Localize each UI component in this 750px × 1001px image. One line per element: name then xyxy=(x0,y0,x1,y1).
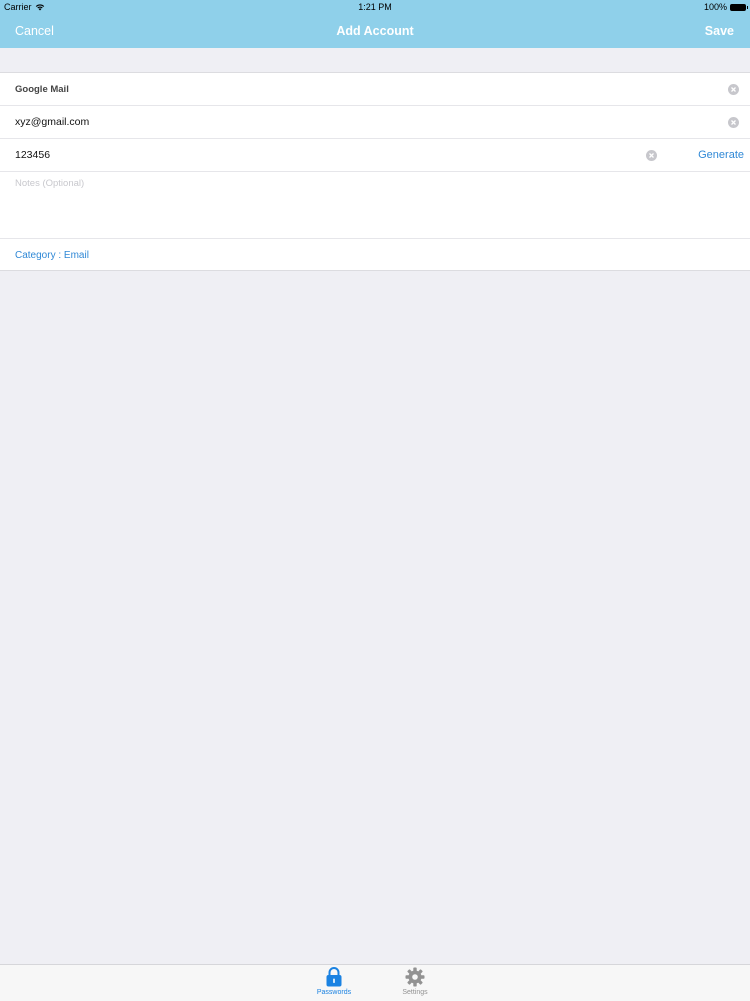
tab-settings[interactable]: Settings xyxy=(390,967,440,996)
password-row: Generate xyxy=(0,139,750,172)
notes-textarea[interactable] xyxy=(15,178,735,232)
title-row xyxy=(0,73,750,106)
tab-bar: Passwords Settings xyxy=(0,964,750,1001)
navigation-bar: Cancel Add Account Save xyxy=(0,14,750,48)
gear-icon xyxy=(405,967,425,987)
clear-email-icon[interactable] xyxy=(728,117,739,128)
email-input[interactable] xyxy=(15,106,705,138)
tab-passwords[interactable]: Passwords xyxy=(309,967,359,996)
page-title: Add Account xyxy=(336,24,414,38)
tab-passwords-label: Passwords xyxy=(316,989,352,996)
status-bar: Carrier 1:21 PM 100% xyxy=(0,0,750,14)
tab-settings-label: Settings xyxy=(402,989,428,996)
account-title-input[interactable] xyxy=(15,73,705,105)
password-input[interactable] xyxy=(15,139,625,171)
lock-icon xyxy=(326,967,342,987)
notes-row xyxy=(0,172,750,239)
battery-percent: 100% xyxy=(703,2,727,12)
battery-icon xyxy=(730,3,748,11)
clear-password-icon[interactable] xyxy=(646,150,657,161)
category-button[interactable]: Category : Email xyxy=(15,250,89,261)
email-row xyxy=(0,106,750,139)
save-button[interactable]: Save xyxy=(705,24,734,38)
generate-password-button[interactable]: Generate xyxy=(698,149,744,161)
status-time: 1:21 PM xyxy=(358,2,392,12)
clear-title-icon[interactable] xyxy=(728,84,739,95)
battery-status: 100% xyxy=(703,2,748,12)
category-row: Category : Email xyxy=(0,239,750,270)
account-form: Generate Category : Email xyxy=(0,72,750,271)
